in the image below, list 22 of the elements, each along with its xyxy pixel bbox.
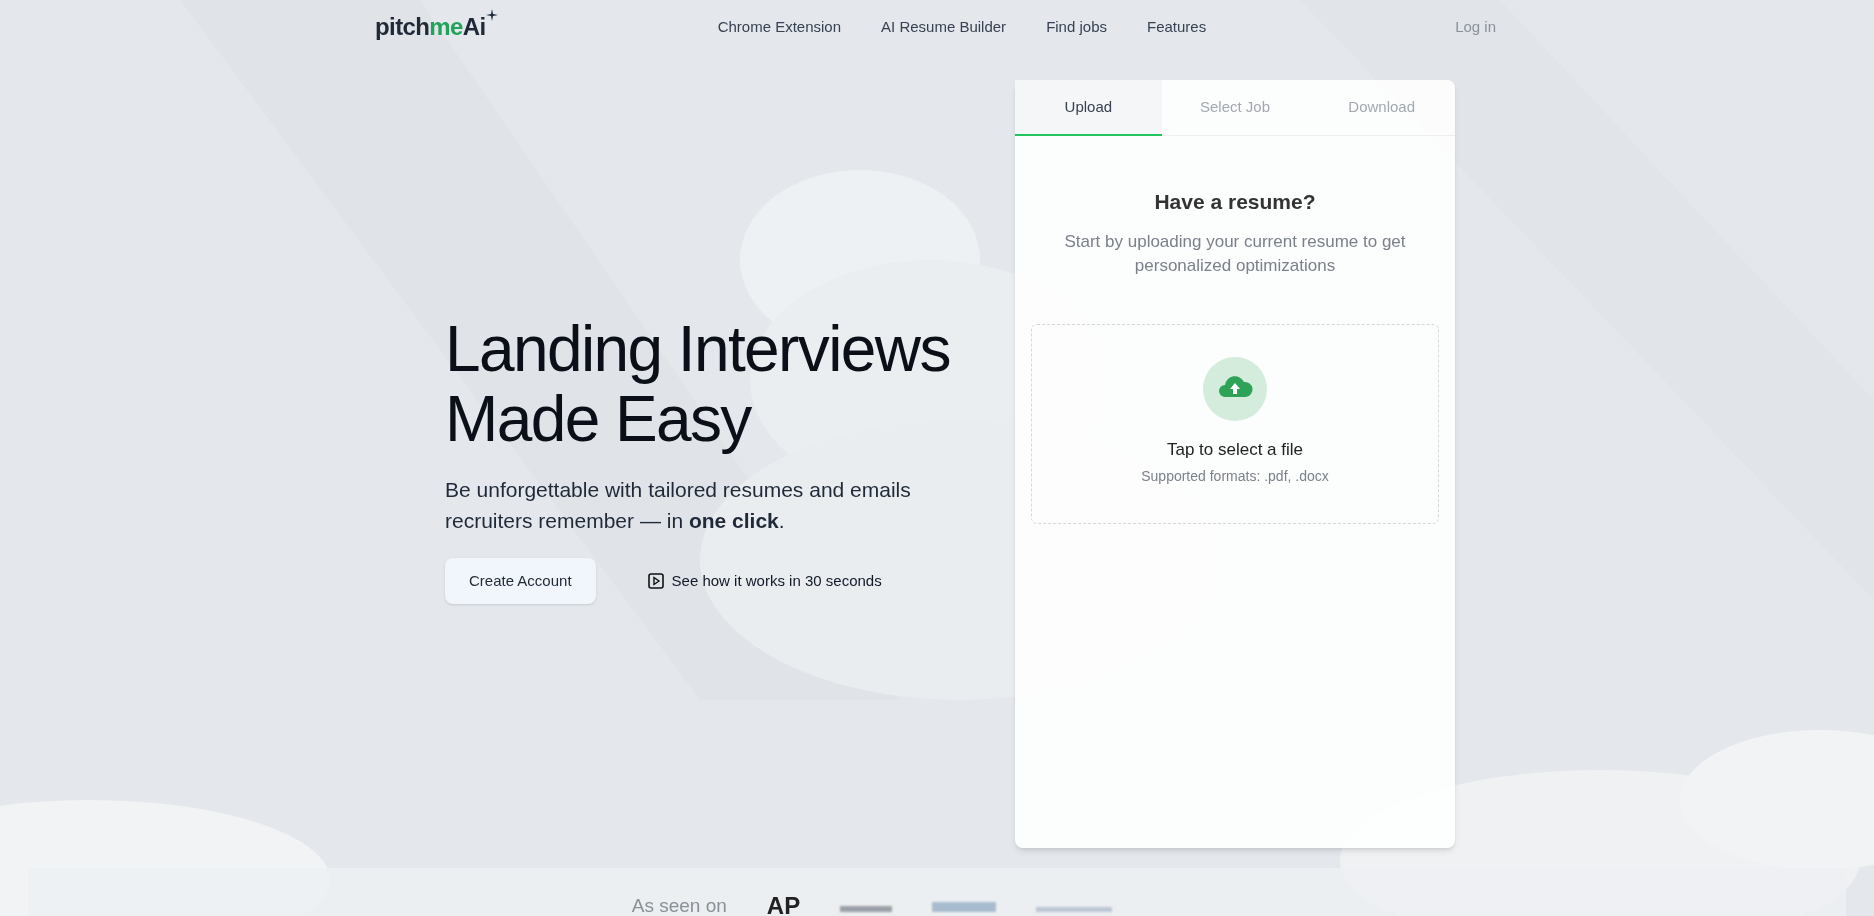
file-dropzone[interactable]: Tap to select a file Supported formats: .pdf, .docx [1031,323,1439,524]
play-icon [647,573,664,589]
press-logo-icon [840,906,893,912]
press-logo-icon [932,902,997,912]
nav-link[interactable]: Chrome Extension [717,15,842,39]
supported-formats: Supported formats: .pdf, .docx [1141,467,1329,486]
press-logo-icon [1036,907,1113,912]
nav-link[interactable]: AI Resume Builder [881,15,1007,39]
dropzone-label: Tap to select a file [1166,438,1304,461]
logo[interactable]: pitchmeAi [375,9,498,45]
step-tab[interactable]: Upload [1015,80,1162,136]
card-heading: Have a resume? [1153,189,1317,215]
video-link[interactable]: See how it works in 30 seconds [647,569,882,593]
create-account-button[interactable]: Create Account [445,558,596,604]
press-logo: AP [766,892,801,916]
card-description: Start by uploading your current resume to get personalized optimizations [1063,230,1407,277]
nav-link[interactable]: Find jobs [1046,15,1107,39]
hero-subtitle: Be unforgettable with tailored resumes and emails recruiters remember — in one click. [445,477,912,534]
press-label: As seen on [631,893,727,916]
cloud-upload-icon [1203,356,1267,421]
hero-title: Landing Interviews Made Easy [445,314,951,454]
nav-link[interactable]: Features [1147,15,1207,39]
